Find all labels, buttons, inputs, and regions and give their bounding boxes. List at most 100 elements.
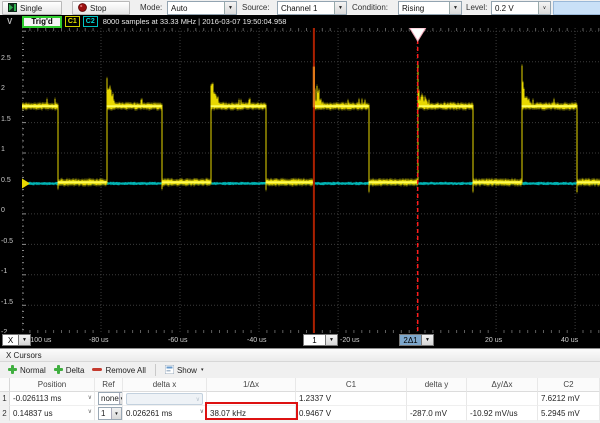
stop-button[interactable]: Stop <box>72 1 130 15</box>
y-tick-label: -1.5 <box>1 299 21 306</box>
source-select[interactable]: Channel 1 ▼ <box>277 1 347 15</box>
single-button-label: Single <box>20 4 42 13</box>
channel2-badge[interactable]: C2 <box>83 16 98 27</box>
c2-value-cell: 7.6212 mV <box>538 392 600 406</box>
c1-value-cell: 0.9467 V <box>296 406 407 421</box>
single-button[interactable]: Single <box>2 1 62 15</box>
waveform-svg <box>22 28 600 333</box>
y-tick-label: 1 <box>1 146 21 153</box>
x-tick-label: -80 us <box>89 337 108 344</box>
col-c2: C2 <box>538 378 600 392</box>
col-dy-dx: Δy/Δx <box>467 378 538 392</box>
table-header-row: Position Ref delta x 1/Δx C1 delta y Δy/… <box>0 378 600 392</box>
y-tick-label: -1 <box>1 268 21 275</box>
x-cursors-panel-title: X Cursors <box>0 349 600 362</box>
chevron-down-icon: ▼ <box>449 2 461 14</box>
x-tick-label: -60 us <box>168 337 187 344</box>
x-tick-label: 20 us <box>485 337 502 344</box>
y-tick-label: 0 <box>1 207 21 214</box>
source-value: Channel 1 <box>278 2 334 14</box>
mode-label: Mode: <box>140 3 162 12</box>
mode-value: Auto <box>168 2 224 14</box>
chevron-down-icon: ▼ <box>326 334 338 346</box>
position-combo[interactable]: -0.026113 ms ∨ <box>10 392 95 406</box>
x-tick-label: -100 us <box>28 337 51 344</box>
level-combo[interactable]: 0.2 V ∨ <box>491 1 551 15</box>
chevron-down-icon: ∨ <box>88 394 92 401</box>
stop-icon <box>78 3 87 14</box>
x-tick-label: -20 us <box>340 337 359 344</box>
plus-icon <box>54 365 63 376</box>
remove-all-cursors-button[interactable]: Remove All <box>88 363 149 377</box>
chevron-down-icon: ▾ <box>201 367 204 373</box>
x-axis-selector[interactable]: X ▼ <box>2 334 31 346</box>
add-normal-cursor-button[interactable]: Normal <box>4 363 50 377</box>
cursor2-top-marker-icon[interactable] <box>410 28 426 41</box>
plus-icon <box>8 365 17 376</box>
x-axis-selector-value: X <box>2 334 19 346</box>
minus-icon <box>92 365 102 376</box>
col-c1: C1 <box>296 378 407 392</box>
inv-dx-cell-highlighted: 38.07 kHz <box>207 406 296 421</box>
single-capture-icon <box>8 3 17 14</box>
y-tick-label: 0.5 <box>1 177 21 184</box>
ref-combo[interactable]: 1▼ <box>95 406 123 421</box>
add-delta-cursor-button[interactable]: Delta <box>50 363 89 377</box>
c1-value-cell: 1.2337 V <box>296 392 407 406</box>
level-label: Level: <box>466 3 487 12</box>
trace-c1[interactable] <box>22 64 600 192</box>
x-axis-bar: X ▼ -100 us -80 us -60 us -40 us -20 us … <box>0 333 600 348</box>
ref-combo[interactable]: none▼ <box>95 392 123 406</box>
col-ref: Ref <box>95 378 123 392</box>
dy-dx-cell <box>467 392 538 406</box>
y-tick-label: 2.5 <box>1 55 21 62</box>
toolbar-highlight-area <box>553 1 600 15</box>
add-delta-label: Delta <box>66 366 85 375</box>
delta-y-cell <box>407 392 467 406</box>
cursor2-selector[interactable]: 2Δ1 ▼ <box>399 334 434 346</box>
x-cursors-panel: X Cursors Normal Delta Remove All <box>0 348 600 423</box>
scope-plot-area: 2.5 2 1.5 1 0.5 0 -0.5 -1 -1.5 -2 -2.5 <box>0 28 600 333</box>
row-number: 2 <box>0 406 10 421</box>
condition-value: Rising <box>399 2 449 14</box>
cursor1-selector-value: 1 <box>303 334 326 346</box>
level-value: 0.2 V <box>492 2 538 14</box>
row-number: 1 <box>0 392 10 406</box>
delta-x-combo-disabled: ∨ <box>123 392 207 406</box>
col-delta-x: delta x <box>123 378 207 392</box>
y-tick-label: -0.5 <box>1 238 21 245</box>
main-toolbar: Single Stop Mode: Auto ▼ Source: Channel… <box>0 0 600 16</box>
stop-button-label: Stop <box>90 4 106 13</box>
channel1-badge[interactable]: C1 <box>65 16 80 27</box>
chevron-down-icon: ▼ <box>111 408 121 419</box>
position-combo[interactable]: 0.14837 us ∨ <box>10 406 95 421</box>
toolbar-separator <box>155 364 156 376</box>
show-menu-button[interactable]: Show ▾ <box>161 363 208 377</box>
remove-all-label: Remove All <box>105 366 145 375</box>
delta-x-combo[interactable]: 0.026261 ms ∨ <box>123 406 207 421</box>
cursor-row-1: 1 -0.026113 ms ∨ none▼ ∨ 1.2337 V 7.6212… <box>0 392 600 406</box>
x-tick-label: -40 us <box>247 337 266 344</box>
cursor-table: Position Ref delta x 1/Δx C1 delta y Δy/… <box>0 378 600 421</box>
condition-label: Condition: <box>352 3 388 12</box>
ref-value: none <box>99 393 119 404</box>
ref-value: 1 <box>99 408 111 419</box>
cursor2-selector-value: 2Δ1 <box>399 334 422 346</box>
condition-select[interactable]: Rising ▼ <box>398 1 462 15</box>
sample-info-text: 8000 samples at 33.33 MHz | 2016-03-07 1… <box>103 17 287 26</box>
col-position: Position <box>10 378 95 392</box>
waveform-display[interactable] <box>22 28 600 333</box>
add-normal-label: Normal <box>20 366 46 375</box>
position-value: -0.026113 ms <box>13 394 61 403</box>
trace-c1-core <box>22 105 600 183</box>
cursor1-selector[interactable]: 1 ▼ <box>303 334 338 346</box>
channel1-ground-marker-icon[interactable] <box>22 179 30 189</box>
row-number-header <box>0 378 10 392</box>
show-columns-icon <box>165 365 174 376</box>
mode-select[interactable]: Auto ▼ <box>167 1 237 15</box>
delta-x-value: 0.026261 ms <box>126 409 172 418</box>
c2-value-cell: 5.2945 mV <box>538 406 600 421</box>
dy-dx-cell: -10.92 mV/us <box>467 406 538 421</box>
x-cursors-toolbar: Normal Delta Remove All Show ▾ <box>0 362 600 378</box>
source-label: Source: <box>242 3 270 12</box>
